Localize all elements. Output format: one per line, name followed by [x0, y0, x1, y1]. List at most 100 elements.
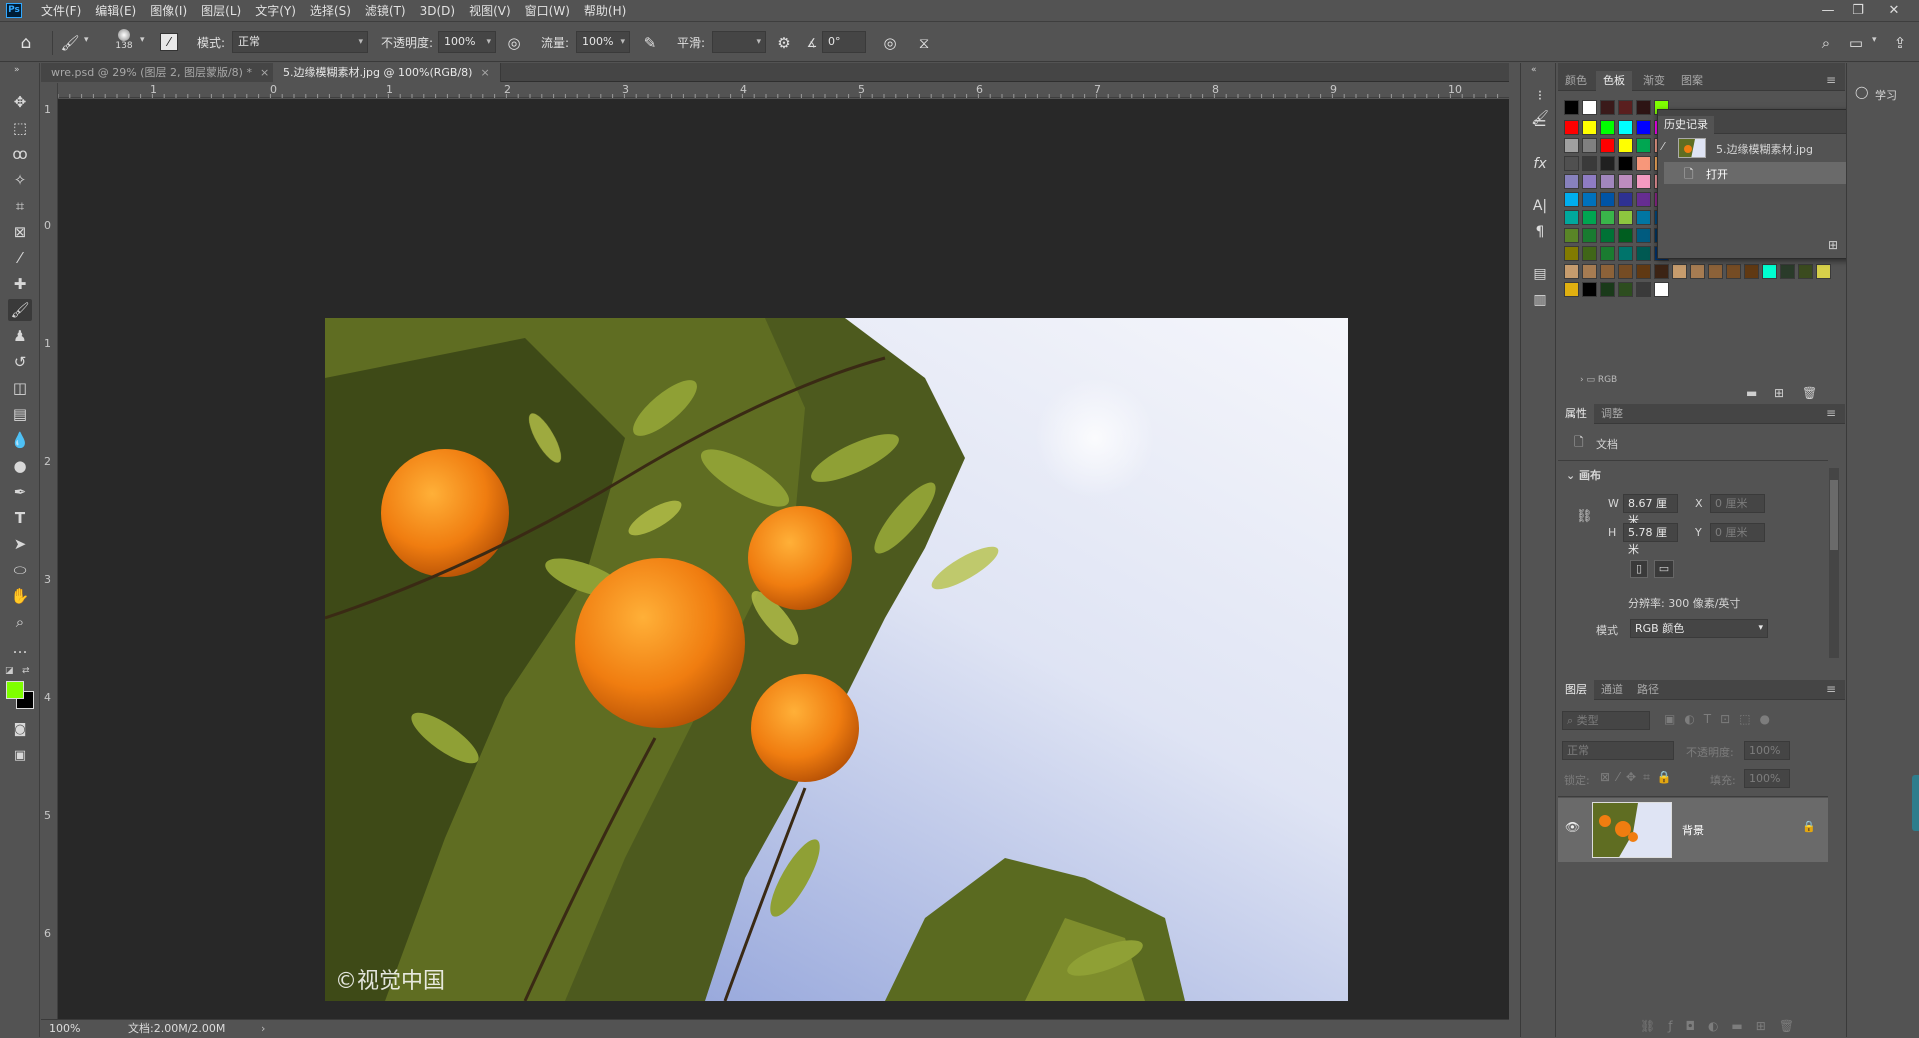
color-swatch[interactable]	[1600, 228, 1615, 243]
hand-tool-icon[interactable]: ✋	[8, 585, 32, 607]
color-swatch[interactable]	[1582, 264, 1597, 279]
panel-menu-icon[interactable]: ≡	[1826, 406, 1836, 420]
screen-mode-icon[interactable]: ▣	[8, 745, 32, 767]
history-tab[interactable]: 历史记录	[1658, 116, 1714, 134]
zoom-level[interactable]: 100%	[49, 1020, 80, 1038]
menu-type[interactable]: 文字(Y)	[248, 0, 303, 22]
color-swatch[interactable]	[1636, 138, 1651, 153]
gradient-tool-icon[interactable]: ▤	[8, 403, 32, 425]
blur-tool-icon[interactable]: 💧	[8, 429, 32, 451]
color-swatch[interactable]	[1636, 192, 1651, 207]
chevron-down-icon[interactable]: ▾	[84, 35, 89, 45]
color-swatch[interactable]	[1618, 210, 1633, 225]
color-swatch[interactable]	[1636, 228, 1651, 243]
color-swatch[interactable]	[1618, 246, 1633, 261]
close-icon[interactable]: ×	[480, 66, 489, 79]
layer-filter-select[interactable]: ⌕ 类型	[1562, 711, 1650, 730]
color-swatch[interactable]	[1690, 264, 1705, 279]
layer-actions-bar[interactable]: ⛓ƒ◘◐▬⊞🗑	[1640, 1019, 1807, 1033]
opacity-input[interactable]: 100% ▾	[438, 31, 496, 53]
ruler-horizontal[interactable]: 1 0 1 2 3 4 5 6 7 8 9 10	[58, 83, 1509, 98]
zoom-tool-icon[interactable]: ⌕	[8, 611, 32, 633]
color-swatch[interactable]	[1564, 210, 1579, 225]
close-button[interactable]: ✕	[1879, 0, 1909, 22]
minimize-button[interactable]: —	[1813, 0, 1843, 22]
collapse-icon[interactable]: »	[14, 65, 20, 75]
smoothing-input[interactable]: ▾	[712, 31, 766, 53]
history-brush-tool-icon[interactable]: ↺	[8, 351, 32, 373]
tab-adjustments[interactable]: 调整	[1594, 404, 1630, 424]
more-tools-icon[interactable]: …	[8, 637, 32, 659]
flow-input[interactable]: 100% ▾	[576, 31, 630, 53]
scrollbar-thumb[interactable]	[1830, 480, 1838, 550]
tab-swatches[interactable]: 色板	[1596, 71, 1632, 91]
type-tool-icon[interactable]: T	[8, 507, 32, 529]
color-mode-select[interactable]: RGB 颜色 ▾	[1630, 619, 1768, 638]
color-swatch[interactable]	[1636, 282, 1651, 297]
color-swatch[interactable]	[1582, 120, 1597, 135]
collapse-icon[interactable]: «	[1531, 65, 1537, 75]
layer-opacity-input[interactable]: 100%	[1744, 741, 1790, 760]
brush-preset-icon[interactable]: 🖌	[60, 33, 80, 53]
lock-icon[interactable]: 🔒	[1802, 820, 1816, 833]
color-swatch[interactable]	[1600, 246, 1615, 261]
color-swatch[interactable]	[1600, 210, 1615, 225]
brush-tool-icon[interactable]: 🖌	[8, 299, 32, 321]
pressure-size-icon[interactable]: ◎	[880, 33, 900, 53]
home-icon[interactable]: ⌂	[16, 33, 36, 53]
fill-input[interactable]: 100%	[1744, 769, 1790, 788]
color-swatch[interactable]	[1636, 174, 1651, 189]
side-scroll-handle[interactable]	[1912, 775, 1919, 831]
y-field[interactable]: 0 厘米	[1710, 523, 1765, 542]
color-swatch[interactable]	[1636, 100, 1651, 115]
photo-orange-tree[interactable]: ©视觉中国	[325, 318, 1348, 1001]
width-field[interactable]: 8.67 厘米	[1623, 494, 1678, 527]
magic-wand-tool-icon[interactable]: ✧	[8, 169, 32, 191]
foreground-color-swatch[interactable]	[6, 681, 24, 699]
color-swatch[interactable]	[1582, 282, 1597, 297]
airbrush-icon[interactable]: ✎	[640, 33, 660, 53]
chevron-down-icon[interactable]: ▾	[1872, 35, 1877, 45]
color-swatch[interactable]	[1726, 264, 1741, 279]
tab-channels[interactable]: 通道	[1594, 680, 1630, 700]
search-icon[interactable]: ⌕	[1816, 33, 1836, 53]
color-swatch[interactable]	[1618, 174, 1633, 189]
quick-mask-icon[interactable]: ◙	[8, 719, 32, 741]
color-swatch[interactable]	[1708, 264, 1723, 279]
color-swatch[interactable]	[1582, 138, 1597, 153]
color-swatch[interactable]	[1582, 210, 1597, 225]
color-swatch[interactable]	[1564, 264, 1579, 279]
crop-tool-icon[interactable]: ⌗	[8, 195, 32, 217]
link-icon[interactable]: ⛓	[1576, 509, 1593, 524]
color-swatch[interactable]	[1582, 174, 1597, 189]
tab-color[interactable]: 颜色	[1558, 71, 1594, 91]
folder-icon[interactable]: ▬	[1746, 386, 1757, 400]
snapshot-label[interactable]: 5.边缘模糊素材.jpg	[1716, 141, 1813, 157]
color-swatch[interactable]	[1564, 138, 1579, 153]
doc-tab-wre[interactable]: wre.psd @ 29% (图层 2, 图层蒙版/8) * ×	[41, 63, 281, 82]
tab-patterns[interactable]: 图案	[1674, 71, 1710, 91]
lasso-tool-icon[interactable]: ꝏ	[8, 143, 32, 165]
landscape-orientation-icon[interactable]: ▭	[1654, 560, 1674, 578]
doc-tab-blur-source[interactable]: 5.边缘模糊素材.jpg @ 100%(RGB/8) ×	[273, 63, 501, 82]
eraser-tool-icon[interactable]: ◫	[8, 377, 32, 399]
menu-select[interactable]: 选择(S)	[303, 0, 358, 22]
color-swatch[interactable]	[1654, 282, 1669, 297]
path-select-tool-icon[interactable]: ➤	[8, 533, 32, 555]
color-swatch[interactable]	[1600, 138, 1615, 153]
canvas-section-title[interactable]: ⌄ 画布	[1566, 467, 1601, 483]
color-swatch[interactable]	[1636, 156, 1651, 171]
canvas-area[interactable]: ©视觉中国	[58, 99, 1509, 1019]
color-swatch[interactable]	[1564, 120, 1579, 135]
color-swatch[interactable]	[1600, 174, 1615, 189]
layer-name[interactable]: 背景	[1682, 822, 1704, 838]
shape-tool-icon[interactable]: ⬭	[8, 559, 32, 581]
color-swatch[interactable]	[1618, 156, 1633, 171]
height-field[interactable]: 5.78 厘米	[1623, 523, 1678, 556]
swap-colors-icon[interactable]: ⇄	[22, 666, 30, 676]
trash-icon[interactable]: 🗑	[1802, 386, 1817, 400]
new-swatch-icon[interactable]: ⊞	[1774, 386, 1784, 400]
layer-row[interactable]: 👁 背景 🔒	[1558, 798, 1828, 862]
gear-icon[interactable]: ⚙	[774, 33, 794, 53]
menu-filter[interactable]: 滤镜(T)	[358, 0, 413, 22]
